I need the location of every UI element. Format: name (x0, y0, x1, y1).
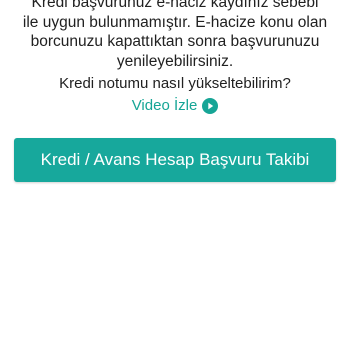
application-tracking-button[interactable]: Kredi / Avans Hesap Başvuru Takibi (14, 138, 336, 182)
play-circle-icon (202, 98, 219, 114)
credit-score-question: Kredi notumu nasıl yükseltebilirim? (59, 75, 291, 92)
watch-video-label: Video İzle (131, 97, 198, 114)
rejection-message: Kredi başvurunuz e-haciz kaydınız sebebi… (22, 0, 328, 70)
watch-video-link[interactable]: Video İzle (0, 97, 350, 115)
kredi-result-screen: Kredi başvurunuz e-haciz kaydınız sebebi… (0, 0, 350, 350)
